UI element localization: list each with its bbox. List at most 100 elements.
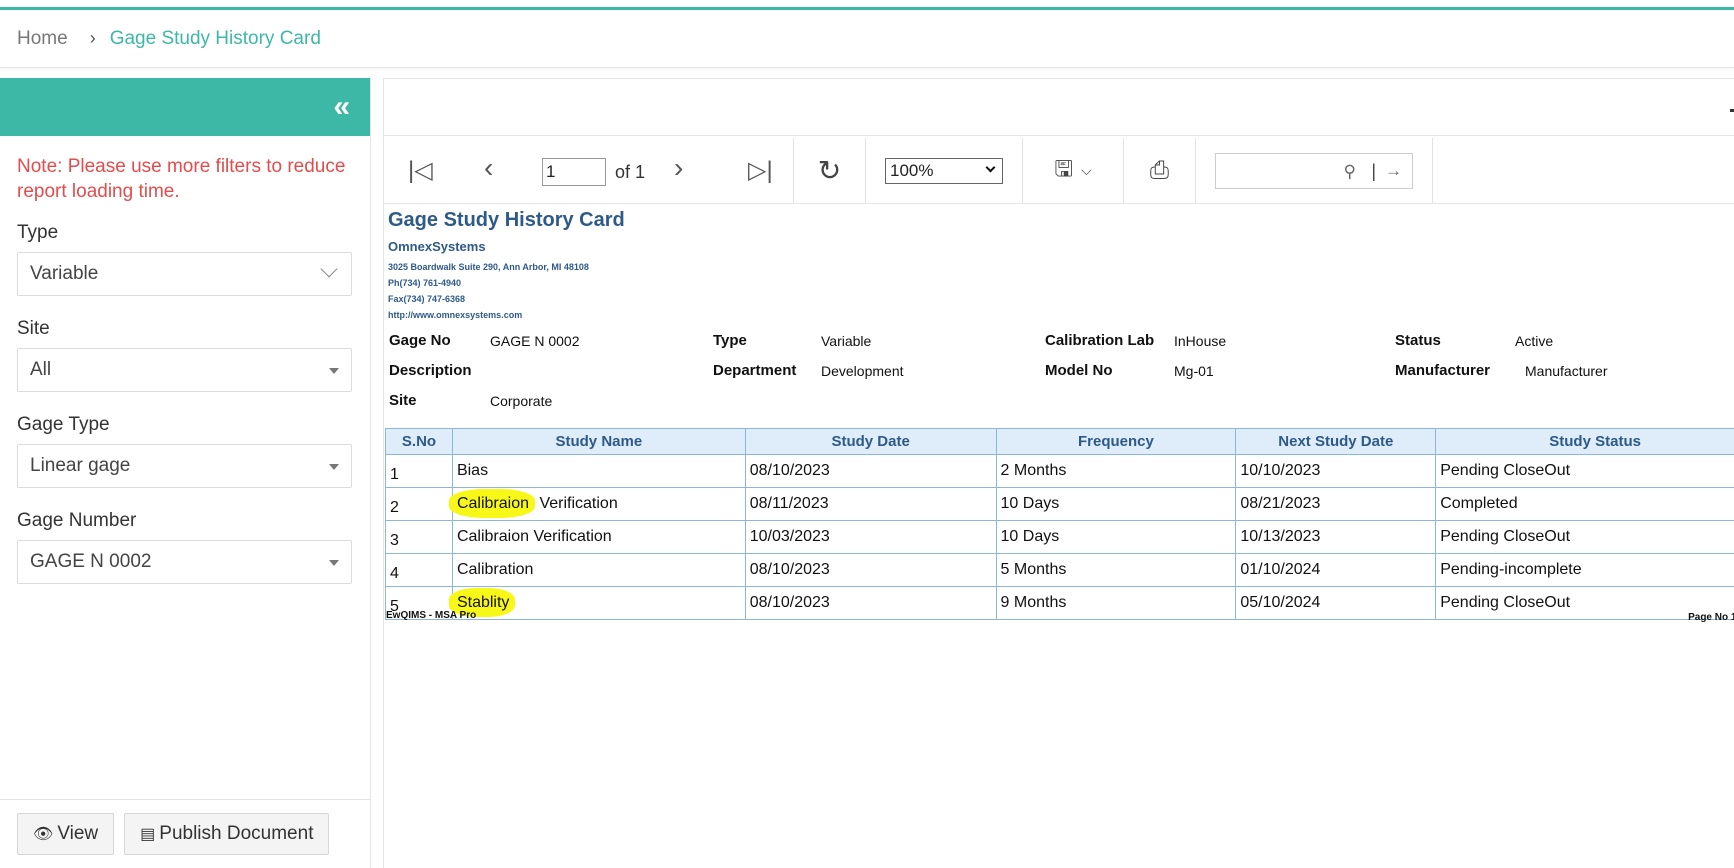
model-no-label: Model No bbox=[1045, 362, 1113, 379]
gage-number-filter-select[interactable]: GAGE N 0002 bbox=[17, 540, 352, 584]
view-button-label: View bbox=[57, 823, 99, 844]
caret-down-icon bbox=[329, 368, 339, 374]
column-header: Study Date bbox=[744, 428, 997, 455]
row-frequency: 2 Months bbox=[995, 454, 1237, 488]
model-no-value: Mg-01 bbox=[1174, 363, 1214, 379]
table-header-row: S.No Study Name Study Date Frequency Nex… bbox=[385, 428, 1734, 455]
site-label: Site bbox=[389, 392, 417, 409]
eye-icon: 👁 bbox=[33, 826, 54, 843]
type-filter-value: Variable bbox=[30, 263, 99, 284]
manufacturer-label: Manufacturer bbox=[1395, 362, 1491, 379]
refresh-icon[interactable]: ↻ bbox=[794, 138, 866, 203]
row-study-date: 08/10/2023 bbox=[744, 553, 997, 587]
row-study-date: 08/10/2023 bbox=[744, 454, 997, 488]
study-history-table: S.No Study Name Study Date Frequency Nex… bbox=[385, 428, 1734, 620]
next-page-icon[interactable]: › bbox=[674, 152, 683, 184]
print-icon[interactable]: ⎙ bbox=[1124, 138, 1196, 203]
column-header: Study Name bbox=[451, 428, 746, 455]
report-footer-page: Page No 1 of 1 bbox=[1688, 612, 1734, 623]
page-navigation: |◁ ‹ 1 of 1 › ▷| bbox=[384, 138, 794, 203]
sidebar-header: « bbox=[0, 78, 370, 136]
row-frequency: 10 Days bbox=[995, 487, 1237, 521]
row-sno: 3 bbox=[385, 520, 453, 554]
first-page-icon[interactable]: |◁ bbox=[408, 156, 433, 185]
export-button[interactable]: 🖫 ⌵ bbox=[1023, 138, 1124, 203]
row-study-name: Bias bbox=[451, 454, 746, 488]
column-header: S.No bbox=[385, 428, 453, 455]
row-sno: 4 bbox=[385, 553, 453, 587]
filter-note: Note: Please use more filters to reduce … bbox=[17, 156, 346, 202]
row-study-status: Pending CloseOut bbox=[1435, 454, 1734, 488]
last-page-icon[interactable]: ▷| bbox=[748, 156, 773, 185]
study-name-text: Verification bbox=[535, 495, 618, 512]
gage-type-filter-value: Linear gage bbox=[30, 455, 131, 476]
zoom-group: 100% bbox=[866, 138, 1023, 203]
save-icon: 🖫 bbox=[1054, 155, 1074, 181]
header-marker bbox=[1730, 109, 1734, 112]
table-row: 3 Calibraion Verification 10/03/2023 10 … bbox=[385, 520, 1734, 554]
page-count-text: of 1 bbox=[615, 162, 646, 182]
row-next-study-date: 05/10/2024 bbox=[1235, 586, 1437, 620]
row-frequency: 9 Months bbox=[995, 586, 1237, 620]
row-next-study-date: 10/10/2023 bbox=[1235, 454, 1437, 488]
company-website: http://www.omnexsystems.com bbox=[388, 310, 523, 320]
viewer-header bbox=[384, 78, 1734, 136]
manufacturer-value: Manufacturer bbox=[1525, 363, 1608, 379]
zoom-select[interactable]: 100% bbox=[885, 157, 1003, 184]
search-icon[interactable]: ⚲ bbox=[1344, 162, 1356, 182]
row-next-study-date: 08/21/2023 bbox=[1235, 487, 1437, 521]
type-label: Type bbox=[713, 332, 747, 349]
site-value: Corporate bbox=[490, 393, 553, 409]
previous-page-icon[interactable]: ‹ bbox=[484, 152, 493, 184]
gage-number-filter-value: GAGE N 0002 bbox=[30, 551, 152, 572]
row-study-status: Pending-incomplete bbox=[1435, 553, 1734, 587]
type-filter-select[interactable]: Variable bbox=[17, 252, 352, 296]
column-header: Study Status bbox=[1435, 428, 1734, 455]
row-study-name: Stablity bbox=[448, 586, 746, 620]
breadcrumb-home-link[interactable]: Home bbox=[17, 28, 68, 50]
row-sno: 2 bbox=[385, 487, 453, 521]
site-filter-value: All bbox=[30, 359, 52, 380]
filter-sidebar: « Note: Please use more filters to reduc… bbox=[0, 78, 371, 868]
row-next-study-date: 01/10/2024 bbox=[1235, 553, 1437, 587]
status-label: Status bbox=[1395, 332, 1441, 349]
sidebar-footer: 👁 View ▤ Publish Document bbox=[0, 799, 371, 868]
company-phone: Ph(734) 761-4940 bbox=[388, 278, 462, 288]
search-next-icon[interactable]: → bbox=[1385, 161, 1402, 181]
gage-type-filter-select[interactable]: Linear gage bbox=[17, 444, 352, 488]
top-accent-bar bbox=[0, 0, 1734, 10]
report-footer-product: EwQIMS - MSA Pro bbox=[386, 610, 477, 621]
row-study-name: Calibraion Verification bbox=[448, 487, 746, 521]
highlighted-text: Calibraion bbox=[448, 489, 535, 518]
department-label: Department bbox=[713, 362, 797, 379]
report-search-input[interactable]: ⚲ | → bbox=[1215, 152, 1413, 189]
row-frequency: 5 Months bbox=[995, 553, 1237, 587]
chevron-down-icon bbox=[320, 260, 338, 278]
row-study-status: Completed bbox=[1435, 487, 1734, 521]
row-next-study-date: 10/13/2023 bbox=[1235, 520, 1437, 554]
breadcrumb-current: Gage Study History Card bbox=[109, 27, 321, 49]
site-filter-label: Site bbox=[17, 318, 50, 339]
row-study-date: 10/03/2023 bbox=[744, 520, 997, 554]
publish-document-button[interactable]: ▤ Publish Document bbox=[124, 813, 330, 855]
search-group: ⚲ | → bbox=[1196, 138, 1433, 203]
search-divider: | bbox=[1371, 160, 1376, 181]
report-viewer: |◁ ‹ 1 of 1 › ▷| ↻ 100% 🖫 ⌵ ⎙ ⚲ | → Gage… bbox=[383, 78, 1734, 868]
company-fax: Fax(734) 747-6368 bbox=[388, 294, 466, 304]
study-name-text: Bias bbox=[456, 462, 489, 479]
row-study-status: Pending CloseOut bbox=[1435, 520, 1734, 554]
column-header: Next Study Date bbox=[1235, 428, 1437, 455]
view-button[interactable]: 👁 View bbox=[17, 813, 115, 855]
row-study-name: Calibration bbox=[451, 553, 746, 587]
report-toolbar: |◁ ‹ 1 of 1 › ▷| ↻ 100% 🖫 ⌵ ⎙ ⚲ | → bbox=[384, 138, 1734, 204]
page-number-input[interactable]: 1 bbox=[542, 158, 606, 186]
chevron-down-icon bbox=[985, 162, 996, 172]
department-value: Development bbox=[821, 363, 904, 379]
row-study-name: Calibraion Verification bbox=[451, 520, 746, 554]
company-address: 3025 Boardwalk Suite 290, Ann Arbor, MI … bbox=[388, 262, 589, 272]
site-filter-select[interactable]: All bbox=[17, 348, 352, 392]
collapse-sidebar-icon[interactable]: « bbox=[333, 92, 350, 122]
chevron-right-icon: › bbox=[89, 28, 96, 48]
gage-no-label: Gage No bbox=[389, 332, 451, 349]
row-sno: 1 bbox=[385, 454, 453, 488]
